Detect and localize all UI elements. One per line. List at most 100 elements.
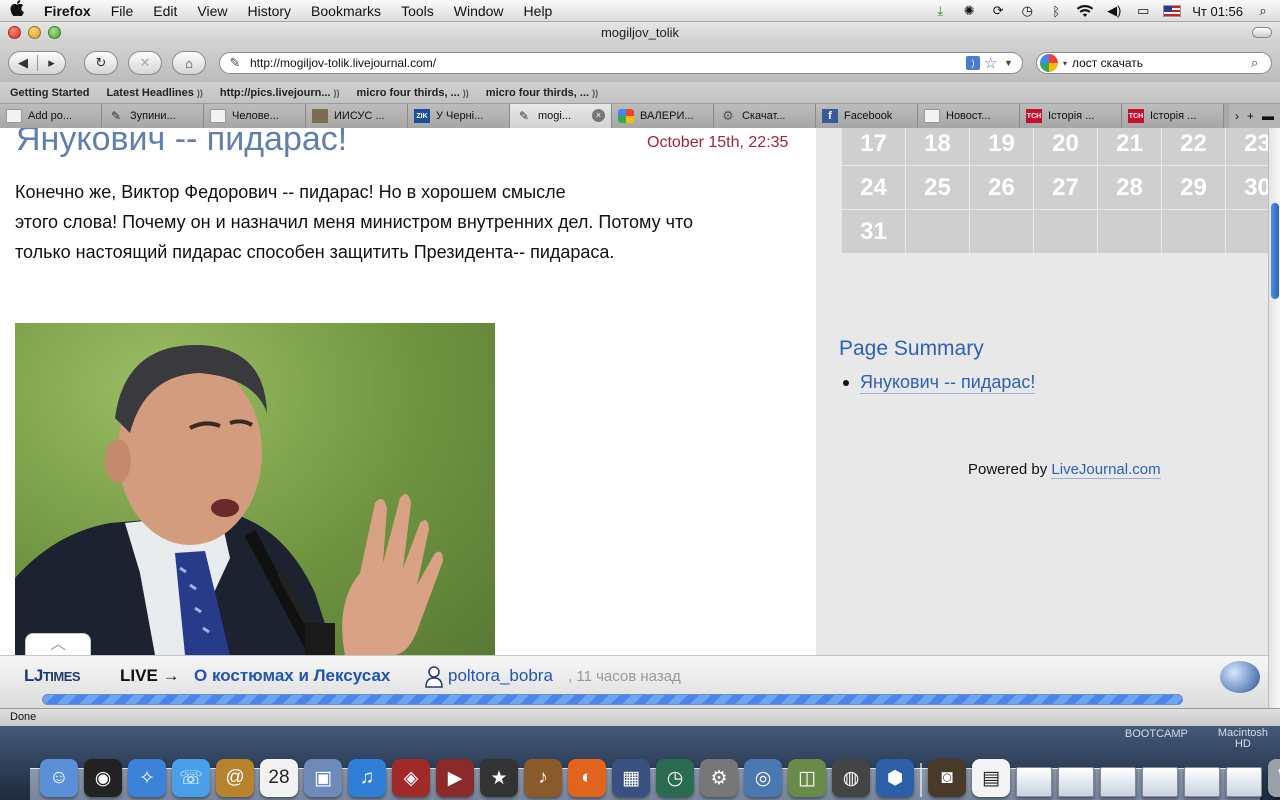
sync-icon[interactable]: ⟳ (989, 3, 1007, 19)
image-capture-icon[interactable]: ◫ (788, 759, 826, 797)
finder-icon[interactable]: ☺ (40, 759, 78, 797)
firefox-icon[interactable]: ◐ (568, 759, 606, 797)
calendar-day[interactable]: 25 (906, 166, 970, 210)
calendar-day[interactable]: 22 (1162, 128, 1226, 166)
bookmark-micro-four-thirds-1[interactable]: micro four thirds, ...)) (347, 87, 476, 99)
address-book-icon[interactable]: @ (216, 759, 254, 797)
bookmark-getting-started[interactable]: Getting Started (0, 87, 96, 99)
tab-4[interactable]: ZIK У Черні... (408, 104, 510, 128)
search-icon[interactable]: ⌕ (1251, 55, 1271, 71)
calendar-day[interactable]: 26 (970, 166, 1034, 210)
system-preferences-icon[interactable]: ⚙ (700, 759, 738, 797)
menu-tools[interactable]: Tools (391, 3, 444, 19)
tab-2[interactable]: Челове... (204, 104, 306, 128)
safari-icon[interactable]: ✧ (128, 759, 166, 797)
tab-scroll-right-icon[interactable]: › (1235, 109, 1239, 123)
photo-booth-icon[interactable]: ◈ (392, 759, 430, 797)
tab-0[interactable]: Add po... (0, 104, 102, 128)
search-engine-dropdown-icon[interactable]: ▾ (1058, 59, 1072, 68)
menu-firefox[interactable]: Firefox (34, 3, 101, 19)
url-input[interactable]: http://mogiljov-tolik.livejournal.com/ (250, 56, 966, 70)
calendar-day[interactable]: 18 (906, 128, 970, 166)
calendar-day[interactable]: 27 (1034, 166, 1098, 210)
live-headline-link[interactable]: О костюмах и Лексусах (194, 666, 390, 686)
xcode-icon[interactable]: ⬢ (876, 759, 914, 797)
menu-bookmarks[interactable]: Bookmarks (301, 3, 391, 19)
window-minimize-button[interactable] (28, 26, 41, 39)
itunes-icon[interactable]: ♫ (348, 759, 386, 797)
scroll-to-top-button[interactable]: ︿ (25, 633, 91, 655)
user-icon[interactable] (424, 666, 444, 688)
calendar-day[interactable]: 23 (1226, 128, 1268, 166)
menu-file[interactable]: File (101, 3, 144, 19)
ichat-icon[interactable]: ☏ (172, 759, 210, 797)
garageband-icon[interactable]: ♪ (524, 759, 562, 797)
preview-icon[interactable]: ◎ (744, 759, 782, 797)
calendar-day[interactable]: 20 (1034, 128, 1098, 166)
trash-icon[interactable]: 🗑 (1268, 759, 1280, 797)
globe-icon[interactable] (1220, 661, 1260, 693)
tab-1[interactable]: ✎ Зупини... (102, 104, 204, 128)
search-input[interactable]: лост скачать (1072, 56, 1251, 70)
tab-11[interactable]: ТСН Історія ... (1122, 104, 1224, 128)
aperture-icon[interactable]: ◍ (832, 759, 870, 797)
tab-8[interactable]: f Facebook (816, 104, 918, 128)
minimized-window-5[interactable] (1184, 767, 1220, 797)
tab-7[interactable]: ⚙ Скачат... (714, 104, 816, 128)
tab-6[interactable]: ВАЛЕРИ... (612, 104, 714, 128)
window-close-button[interactable] (8, 26, 21, 39)
tab-10[interactable]: ТСН Історія ... (1020, 104, 1122, 128)
live-user-link[interactable]: poltora_bobra (448, 666, 553, 686)
site-identity-pencil-icon[interactable]: ✎ (220, 55, 250, 71)
tab-9[interactable]: Новост... (918, 104, 1020, 128)
download-icon[interactable]: ⤓ (931, 3, 949, 19)
bookmark-star-icon[interactable]: ☆ (984, 54, 1000, 72)
reload-button[interactable]: ↻ (84, 51, 118, 75)
calendar-day[interactable]: 29 (1162, 166, 1226, 210)
menu-edit[interactable]: Edit (143, 3, 187, 19)
menu-window[interactable]: Window (444, 3, 514, 19)
calendar-day[interactable]: 21 (1098, 128, 1162, 166)
wifi-icon[interactable] (1076, 3, 1094, 19)
ical-icon[interactable]: 28 (260, 759, 298, 797)
bookmark-pics-livejournal[interactable]: http://pics.livejourn...)) (210, 87, 347, 99)
minimized-window-2[interactable] (1058, 767, 1094, 797)
time-machine-menu-icon[interactable]: ◷ (1018, 3, 1036, 19)
rss-feed-icon[interactable]: ) (966, 56, 980, 70)
menu-help[interactable]: Help (514, 3, 563, 19)
bookmark-micro-four-thirds-2[interactable]: micro four thirds, ...)) (476, 87, 605, 99)
window-zoom-button[interactable] (48, 26, 61, 39)
ljtimes-logo[interactable]: LJTIMES (24, 666, 81, 686)
stop-button[interactable]: ✕ (128, 51, 162, 75)
minimized-window-6[interactable] (1226, 767, 1262, 797)
spaces-icon[interactable]: ▦ (612, 759, 650, 797)
calendar-day[interactable]: 30 (1226, 166, 1268, 210)
calendar-day[interactable]: 31 (842, 210, 906, 254)
livejournal-link[interactable]: LiveJournal.com (1051, 461, 1161, 479)
back-button[interactable]: ◀ (9, 55, 37, 71)
minimized-window-1[interactable] (1016, 767, 1052, 797)
menu-clock[interactable]: Чт 01:56 (1192, 4, 1243, 19)
toolbar-toggle-button[interactable] (1252, 27, 1272, 38)
calendar-day[interactable]: 24 (842, 166, 906, 210)
battery-icon[interactable]: ▭ (1134, 3, 1152, 19)
new-tab-button[interactable]: + (1247, 109, 1254, 123)
dashboard-icon[interactable]: ◉ (84, 759, 122, 797)
post-title[interactable]: Янукович -- пидарас! (16, 128, 347, 159)
forward-button[interactable]: ▸ (36, 55, 65, 71)
calendar-day[interactable]: 19 (970, 128, 1034, 166)
tab-3[interactable]: ИИСУС ... (306, 104, 408, 128)
apple-menu-icon[interactable] (0, 0, 34, 21)
us-flag-input-icon[interactable] (1163, 5, 1182, 17)
menu-history[interactable]: History (237, 3, 301, 19)
time-machine-icon[interactable]: ◷ (656, 759, 694, 797)
minimized-window-3[interactable] (1100, 767, 1136, 797)
photo-thumbnail-icon[interactable]: ◙ (928, 759, 966, 797)
tab-close-icon[interactable]: × (592, 109, 605, 122)
home-button[interactable]: ⌂ (172, 51, 206, 75)
iphoto-icon[interactable]: ▣ (304, 759, 342, 797)
tab-list-icon[interactable]: ▬ (1262, 109, 1274, 123)
tab-5[interactable]: ✎ mogi... × (510, 104, 612, 128)
url-bar[interactable]: ✎ http://mogiljov-tolik.livejournal.com/… (219, 52, 1023, 74)
vertical-scrollbar[interactable] (1268, 128, 1280, 708)
